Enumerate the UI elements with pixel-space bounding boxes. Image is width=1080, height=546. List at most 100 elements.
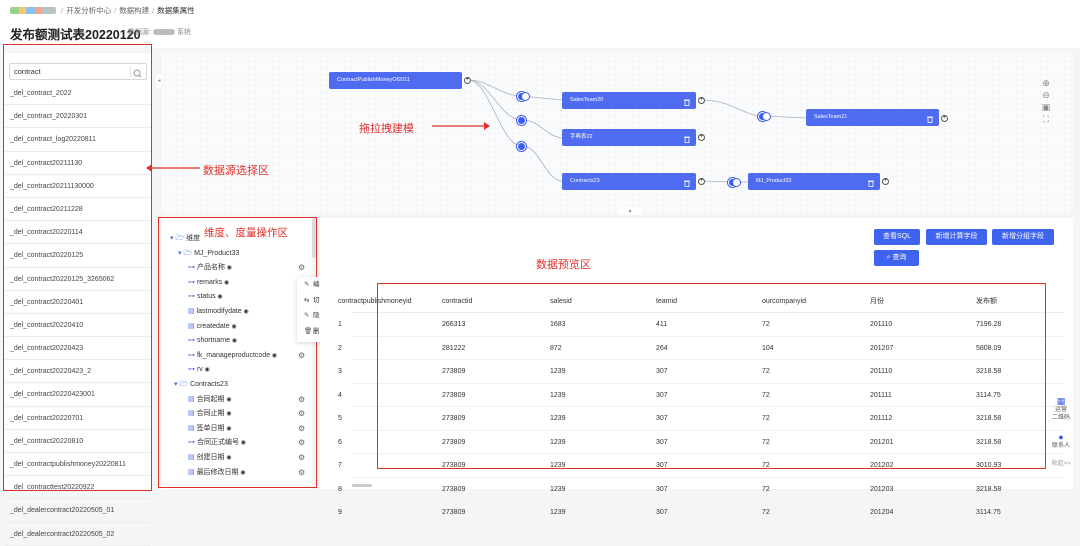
tree-group[interactable]: ▾ 🗁 Contracts23 bbox=[170, 378, 310, 392]
qrcode-widget[interactable]: ▦ 运营 二维码 bbox=[1046, 396, 1076, 422]
visibility-icon[interactable]: ◉ bbox=[239, 470, 245, 476]
visibility-icon[interactable]: ◉ bbox=[225, 265, 232, 271]
source-item[interactable]: _del_dealercontract20220505_01 bbox=[5, 499, 151, 523]
link-dot[interactable] bbox=[732, 178, 741, 187]
table-cell: 1239 bbox=[550, 391, 566, 399]
node-salesteam20-label: SalesTeam20 bbox=[570, 97, 604, 103]
visibility-icon[interactable]: ◉ bbox=[242, 309, 248, 315]
gear-icon[interactable]: ⚙ bbox=[298, 436, 305, 450]
table-cell: 1239 bbox=[550, 438, 566, 446]
column-header[interactable]: 发布额 bbox=[976, 291, 997, 313]
query-button[interactable]: ⌕ 查询 bbox=[874, 250, 919, 266]
column-header[interactable]: teamid bbox=[656, 291, 677, 313]
table-scrollbar[interactable] bbox=[352, 484, 372, 487]
link-dot[interactable] bbox=[517, 116, 526, 125]
visibility-icon[interactable]: ◉ bbox=[222, 280, 229, 286]
visibility-icon[interactable]: ◉ bbox=[239, 440, 246, 446]
tree-field[interactable]: ▤ 最后修改日期 ◉ ⚙ bbox=[170, 466, 310, 480]
delete-node-icon[interactable] bbox=[927, 114, 933, 123]
visibility-icon[interactable]: ◉ bbox=[230, 338, 237, 344]
node-mjproduct33[interactable]: MJ_Product33 bbox=[748, 173, 880, 190]
column-header[interactable]: contractpublishmoneyid bbox=[338, 291, 412, 313]
delete-node-icon[interactable] bbox=[684, 134, 690, 143]
zoom-in-icon[interactable]: ⊕ bbox=[1041, 78, 1051, 88]
tree-field-label: 最后修改日期 bbox=[196, 468, 239, 476]
delete-node-icon[interactable] bbox=[684, 97, 690, 106]
node-zidianbiao22[interactable]: 字典表22 bbox=[562, 129, 696, 146]
fit-view-icon[interactable]: ▣ bbox=[1041, 102, 1051, 112]
visibility-icon[interactable]: ◉ bbox=[270, 353, 277, 359]
visibility-icon[interactable]: ◉ bbox=[216, 294, 222, 300]
table-row[interactable]: 3 273809 1239 307 72 201110 3218.58 bbox=[338, 360, 1064, 384]
tree-field[interactable]: ⊶ remarks ◉ bbox=[170, 276, 310, 290]
column-header[interactable]: 月份 bbox=[870, 291, 884, 313]
node-root[interactable]: ContractPublishMoneyOf2011 bbox=[329, 72, 462, 89]
visibility-icon[interactable]: ◉ bbox=[225, 397, 231, 403]
node-salesteam20[interactable]: SalesTeam20 bbox=[562, 92, 696, 109]
column-header[interactable]: contractid bbox=[442, 291, 472, 313]
gear-icon[interactable]: ⚙ bbox=[298, 451, 305, 465]
add-link-icon[interactable]: + bbox=[698, 134, 705, 141]
tree-field[interactable]: ▤ 创建日期 ◉ ⚙ bbox=[170, 451, 310, 465]
table-row[interactable]: 8 273809 1239 307 72 201203 3218.58 bbox=[338, 478, 1064, 501]
gear-icon[interactable]: ⚙ bbox=[298, 393, 305, 407]
table-row[interactable]: 4 273809 1239 307 72 201111 3114.75 bbox=[338, 384, 1064, 407]
visibility-icon[interactable]: ◉ bbox=[230, 324, 236, 330]
tree-field[interactable]: ⊶ 产品名称 ◉ ⚙ bbox=[170, 261, 310, 275]
add-calc-field-button[interactable]: 新增计算字段 bbox=[926, 229, 987, 245]
visibility-icon[interactable]: ◉ bbox=[225, 426, 231, 432]
link-dot[interactable] bbox=[517, 142, 526, 151]
link-dot[interactable] bbox=[762, 112, 771, 121]
add-link-icon[interactable]: + bbox=[941, 115, 948, 122]
contact-widget[interactable]: ● 联系人 bbox=[1046, 432, 1076, 450]
gear-icon[interactable]: ⚙ bbox=[298, 349, 305, 363]
table-row[interactable]: 6 273809 1239 307 72 201201 3218.58 bbox=[338, 431, 1064, 454]
tree-group[interactable]: ▾ 🗁 MJ_Product33 bbox=[170, 247, 310, 261]
node-contracts23[interactable]: Contracts23 bbox=[562, 173, 696, 190]
tree-field[interactable]: ▤ 签单日期 ◉ ⚙ bbox=[170, 422, 310, 436]
visibility-icon[interactable]: ◉ bbox=[203, 367, 209, 373]
gear-icon[interactable]: ⚙ bbox=[298, 466, 305, 480]
view-sql-button[interactable]: 查看SQL bbox=[874, 229, 920, 245]
visibility-icon[interactable]: ◉ bbox=[225, 455, 231, 461]
add-link-icon[interactable]: + bbox=[882, 178, 889, 185]
gear-icon[interactable]: ⚙ bbox=[298, 407, 305, 421]
fullscreen-icon[interactable]: ⛶ bbox=[1041, 114, 1051, 124]
column-header[interactable]: ourcompanyid bbox=[762, 291, 806, 313]
tree-field[interactable]: ▤ lastmodifydate ◉ bbox=[170, 305, 310, 319]
tree-field[interactable]: ⊶ status ◉ bbox=[170, 290, 310, 304]
gear-icon[interactable]: ⚙ bbox=[298, 261, 305, 275]
tree-field[interactable]: ▤ 合同起期 ◉ ⚙ bbox=[170, 393, 310, 407]
add-link-icon[interactable]: + bbox=[698, 97, 705, 104]
gear-icon[interactable]: ⚙ bbox=[298, 422, 305, 436]
add-link-icon[interactable]: + bbox=[698, 178, 705, 185]
resize-handle[interactable]: ▲ bbox=[618, 207, 642, 215]
link-dot[interactable] bbox=[521, 92, 530, 101]
table-row[interactable]: 1 266313 1683 411 72 201110 7196.28 bbox=[338, 313, 1064, 337]
table-cell: 1239 bbox=[550, 368, 566, 375]
table-row[interactable]: 7 273809 1239 307 72 201202 3010.93 bbox=[338, 454, 1064, 478]
add-link-icon[interactable]: + bbox=[464, 77, 471, 84]
add-group-field-button[interactable]: 新增分组字段 bbox=[992, 229, 1054, 245]
table-row[interactable]: 5 273809 1239 307 72 201112 3218.58 bbox=[338, 407, 1064, 431]
annotation-arrow-left bbox=[146, 164, 200, 172]
visibility-icon[interactable]: ◉ bbox=[225, 411, 231, 417]
delete-node-icon[interactable] bbox=[684, 178, 690, 187]
tree-field[interactable]: ⊶ rv ◉ bbox=[170, 363, 310, 377]
tree-field[interactable]: ⊶ 合同正式编号 ◉ ⚙ bbox=[170, 436, 310, 450]
tree-field[interactable]: ▤ 合同止期 ◉ ⚙ bbox=[170, 407, 310, 421]
table-cell: 273809 bbox=[442, 391, 466, 399]
tree-field[interactable]: ⊶ shortname ◉ bbox=[170, 334, 310, 348]
source-item[interactable]: _del_dealercontract20220505_02 bbox=[5, 523, 151, 546]
column-header[interactable]: salesid bbox=[550, 291, 572, 313]
delete-node-icon[interactable] bbox=[868, 178, 874, 187]
table-row[interactable]: 2 281222 872 264 104 201207 5808.09 bbox=[338, 337, 1064, 360]
table-row[interactable]: 9 273809 1239 307 72 201204 3114.75 bbox=[338, 501, 1064, 525]
tree-field[interactable]: ⊶ fk_manageproductcode ◉ ⚙ bbox=[170, 349, 310, 363]
panel-scrollbar[interactable] bbox=[312, 218, 316, 258]
collapse-sidebar-link[interactable]: 收起>> bbox=[1046, 460, 1076, 468]
zoom-out-icon[interactable]: ⊖ bbox=[1041, 90, 1051, 100]
node-salesteam21[interactable]: SalesTeam21 bbox=[806, 109, 939, 126]
tree-field[interactable]: ▤ createdate ◉ bbox=[170, 320, 310, 334]
tree-root-label: 维度 bbox=[186, 235, 201, 242]
